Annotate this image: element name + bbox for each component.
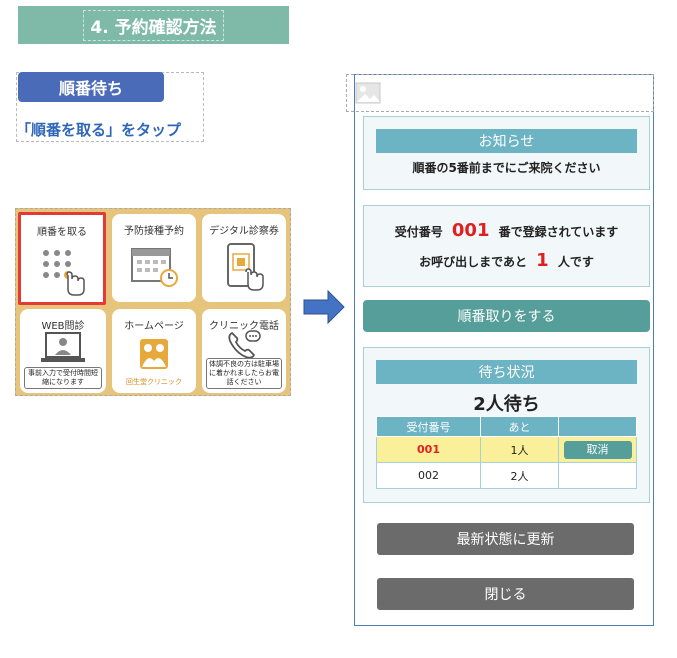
image-placeholder [346,74,654,112]
phone-card-icon [227,243,264,291]
registration-prefix: 受付番号 [394,225,443,239]
column-header: 受付番号 [376,416,481,437]
waiting-count: 2人待ち [473,394,540,415]
right-arrow-icon [303,290,345,324]
cancel-button[interactable]: 取消 [563,440,632,459]
menu-tile-note: 事前入力で受付時間短縮になります [24,367,102,389]
wait-prefix: お呼び出しまであと [419,255,527,269]
menu-tile-label: ホームページ [124,321,184,332]
notice-text: 順番の5番前までにご来院ください [412,161,601,175]
keypad-tap-icon [43,250,85,296]
menu-tile-label: 予防接種予約 [124,226,184,237]
table-row: 001 1人 取消 [376,436,637,463]
wait-suffix: 人です [557,255,594,269]
queue-badge: 順番待ち [18,72,164,102]
table-row: 002 2人 [376,462,637,489]
section-title: 4. 予約確認方法 [83,9,224,41]
menu-tile-vaccination[interactable]: 予防接種予約 [112,214,196,302]
phone-screen: お知らせ 順番の5番前までにご来院ください 受付番号 001 番で登録されていま… [346,74,654,626]
table-header-row: 受付番号 あと [376,416,637,437]
phone-call-icon [228,330,261,359]
row-action-cell: 取消 [558,436,637,463]
menu-grid: 順番を取る 予防接種予約 デジタル診察券 WEB問診 事前入力で受付時間短縮にな… [15,208,291,396]
close-button[interactable]: 閉じる [377,578,634,610]
column-header: あと [480,416,559,437]
image-icon [355,82,381,104]
menu-tile-label: デジタル診察券 [209,226,279,237]
clinic-brand-text: 回生堂クリニック [126,378,182,386]
notice-title: お知らせ [376,129,637,153]
calendar-clock-icon [131,248,178,287]
registration-card: 受付番号 001 番で登録されています お呼び出しまであと 1 人です [363,205,650,287]
registration-line: 受付番号 001 番で登録されています [364,220,649,241]
clinic-logo-icon [140,339,168,369]
instruction-text: 「順番を取る」をタップ [16,121,182,139]
row-remaining: 1人 [480,436,559,463]
laptop-doctor-icon [41,332,85,362]
row-action-cell [558,462,637,489]
section-title-bar: 4. 予約確認方法 [18,6,289,44]
column-header [558,416,637,437]
registration-number: 001 [451,220,490,241]
registration-suffix: 番で登録されています [498,225,619,239]
queue-table: 受付番号 あと 001 1人 取消 002 2人 [376,416,637,489]
menu-tile-label: WEB問診 [41,321,85,332]
menu-tile-label: 順番を取る [37,227,87,238]
row-number: 001 [376,436,481,463]
row-number: 002 [376,462,481,489]
menu-tile-homepage[interactable]: ホームページ 回生堂クリニック [112,309,196,393]
take-number-button[interactable]: 順番取りをする [363,300,650,332]
status-card: 待ち状況 2人待ち 受付番号 あと 001 1人 取消 002 2人 [363,347,650,503]
row-remaining: 2人 [480,462,559,489]
menu-tile-digital-card[interactable]: デジタル診察券 [202,214,286,302]
wait-line: お呼び出しまであと 1 人です [364,250,649,271]
menu-tile-clinic-phone[interactable]: クリニック電話 体調不良の方は駐車場に着かれましたらお電話ください [202,309,286,393]
wait-count: 1 [536,250,549,271]
menu-tile-web-questionnaire[interactable]: WEB問診 事前入力で受付時間短縮になります [20,309,106,393]
status-title: 待ち状況 [376,360,637,384]
refresh-button[interactable]: 最新状態に更新 [377,523,634,555]
menu-tile-take-number[interactable]: 順番を取る [18,212,106,305]
menu-tile-note: 体調不良の方は駐車場に着かれましたらお電話ください [206,358,282,389]
notice-card: お知らせ 順番の5番前までにご来院ください [363,116,650,190]
